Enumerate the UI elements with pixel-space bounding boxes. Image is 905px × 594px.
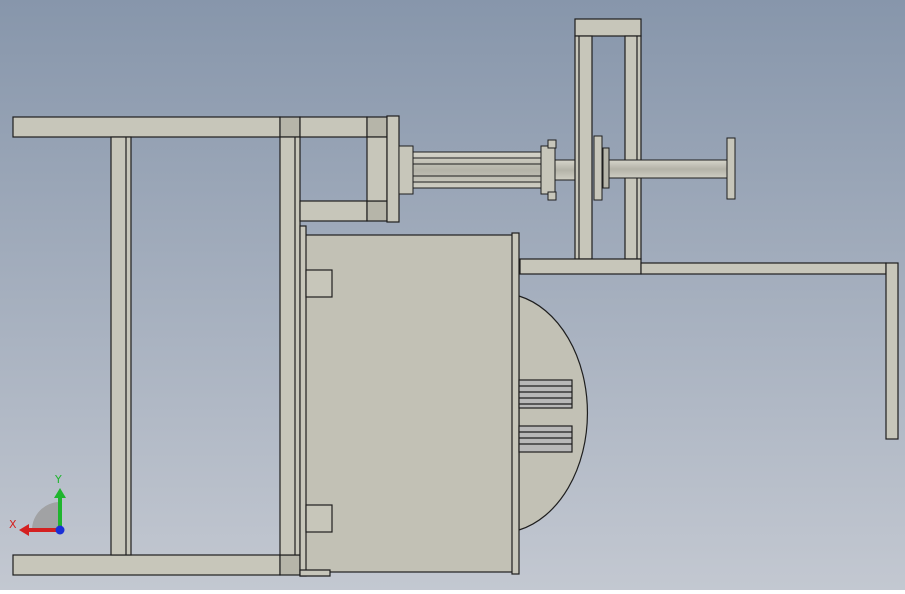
frame-top-beam-right[interactable] [299,116,368,138]
bracket-bottom-bar[interactable] [299,200,368,222]
screw-collar-nut[interactable] [602,147,610,189]
frame-left-post[interactable] [110,136,132,556]
support-beam-left[interactable] [519,258,642,275]
screw-collar[interactable] [593,135,603,201]
bracket-top-bar[interactable] [366,116,388,138]
guide-right-post[interactable] [624,35,642,260]
cylinder-tie-rod-nut[interactable] [547,139,557,149]
cad-graphics-viewport[interactable]: X Y [0,0,905,590]
x-axis-label: X [9,518,17,531]
bracket-upright[interactable] [366,136,388,202]
support-drop-leg[interactable] [885,262,899,440]
drum-left-flange[interactable] [299,225,307,577]
cylinder-tie-rod-nut[interactable] [547,191,557,201]
bracket-flange-plate[interactable] [386,115,400,223]
model-canvas[interactable]: X Y [0,0,905,590]
screw-shaft[interactable] [608,159,729,179]
drum-housing[interactable] [301,234,514,573]
guide-left-post[interactable] [574,35,593,260]
piston-rod[interactable] [554,159,578,181]
frame-top-beam-joint[interactable] [279,116,301,138]
cooling-slots-upper [518,379,573,409]
bracket-bottom-joint[interactable] [366,200,388,222]
guide-top-cap[interactable] [574,18,642,37]
cooling-slots-lower [518,425,573,453]
mounting-tab-top[interactable] [305,269,333,298]
cylinder-front-cap[interactable] [398,145,414,195]
mounting-tab-bottom[interactable] [305,504,333,533]
support-beam-right[interactable] [640,262,887,275]
frame-top-beam[interactable] [12,116,281,138]
drum-foot-clip[interactable] [299,569,331,577]
frame-bottom-beam[interactable] [12,554,281,576]
y-axis-label: Y [54,473,62,486]
z-axis-dot [55,525,65,535]
handwheel[interactable] [726,137,736,200]
frame-right-post[interactable] [279,136,301,556]
drum-right-flange[interactable] [511,232,520,575]
frame-bottom-beam-joint[interactable] [279,554,301,576]
cylinder-rear-cap[interactable] [540,145,556,195]
cylinder-barrel[interactable] [412,151,542,189]
